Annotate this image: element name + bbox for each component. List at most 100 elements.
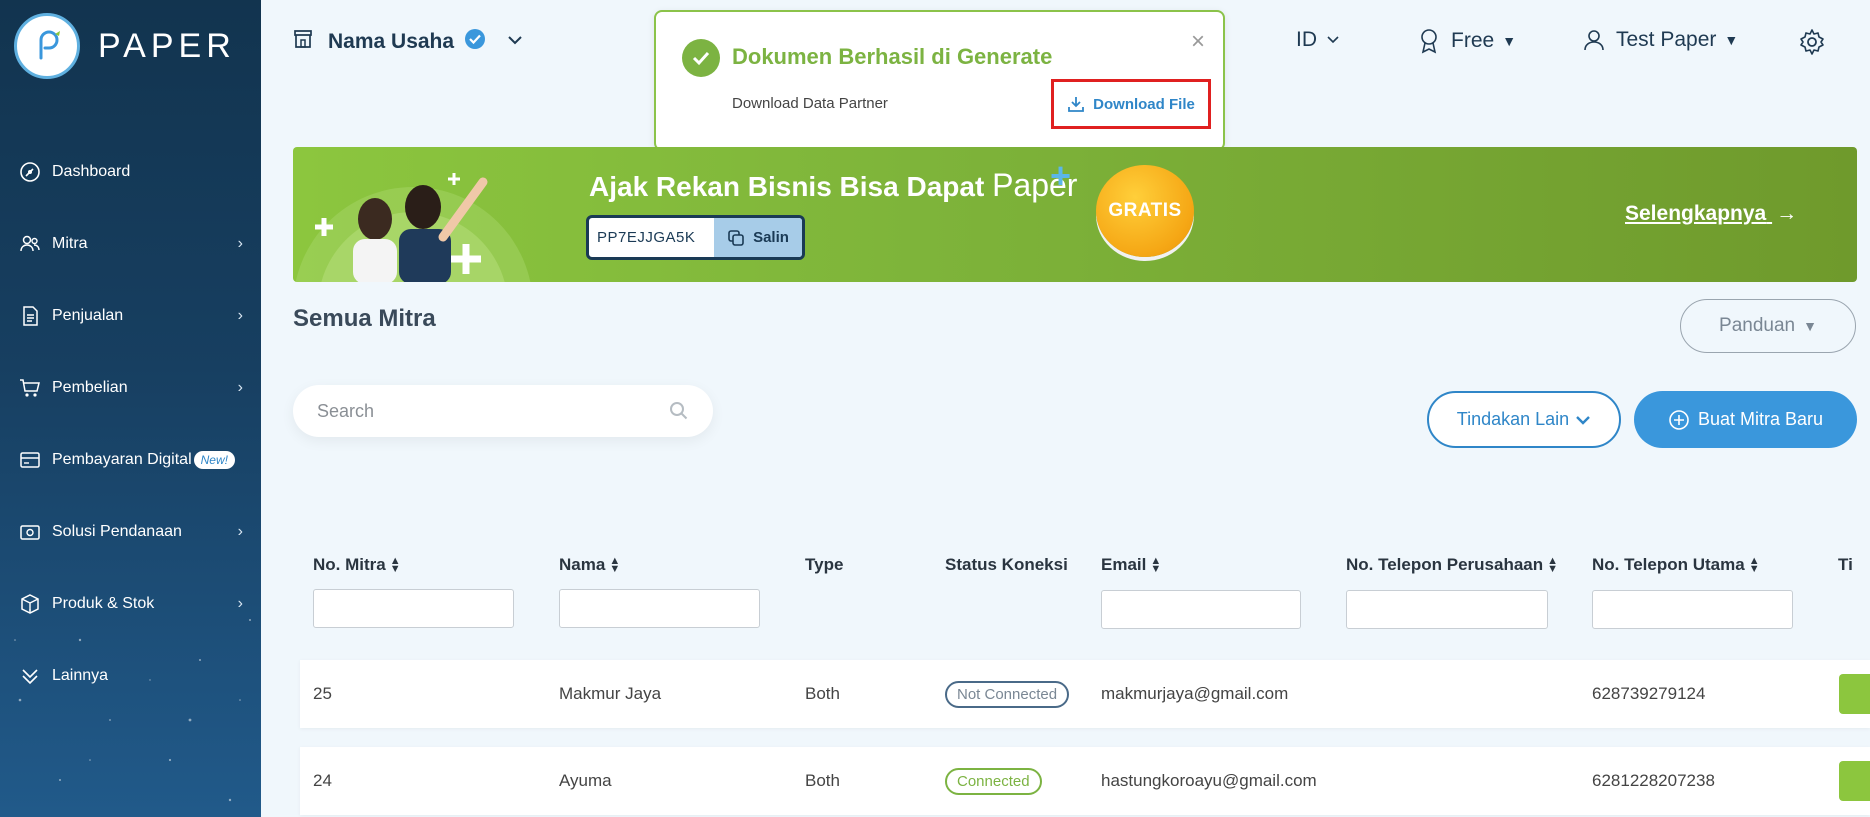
- success-toast: Dokumen Berhasil di Generate Download Da…: [654, 10, 1225, 151]
- column-header-tel-utama[interactable]: No. Telepon Utama ▲ ▼: [1592, 555, 1760, 575]
- filter-email-input[interactable]: [1101, 590, 1301, 629]
- caret-down-icon: ▼: [1502, 33, 1517, 49]
- chevron-right-icon: ›: [237, 595, 243, 612]
- settings-button[interactable]: [1798, 28, 1826, 56]
- filter-no-mitra-input[interactable]: [313, 589, 514, 628]
- sidebar-item-label: Mitra: [52, 235, 88, 252]
- status-badge: Connected: [945, 768, 1042, 795]
- business-name: Nama Usaha: [328, 29, 455, 53]
- cell-type: Both: [805, 771, 840, 790]
- chevron-down-icon: [1576, 415, 1591, 425]
- column-header-nama[interactable]: Nama ▲ ▼: [559, 555, 620, 575]
- chevron-right-icon: ›: [237, 307, 243, 324]
- card-icon: [18, 448, 42, 472]
- table-row[interactable]: 24 Ayuma Both Connected hastungkoroayu@g…: [300, 747, 1870, 815]
- column-label: Nama: [559, 555, 606, 574]
- sidebar-item-label: Pembelian: [52, 379, 128, 396]
- sidebar-item-label: Produk & Stok: [52, 595, 155, 612]
- column-header-email[interactable]: Email ▲ ▼: [1101, 555, 1161, 575]
- new-badge: New!: [193, 451, 235, 469]
- sidebar-item-penjualan[interactable]: Penjualan ›: [0, 280, 261, 352]
- more-chevrons-icon: [18, 664, 42, 688]
- cell-nama: Makmur Jaya: [559, 684, 662, 703]
- sidebar-item-label: Lainnya: [52, 667, 109, 684]
- cell-email: hastungkoroayu@gmail.com: [1101, 771, 1317, 790]
- plus-circle-icon: [1669, 409, 1689, 430]
- search-input[interactable]: [317, 400, 669, 422]
- box-icon: [18, 592, 42, 616]
- create-partner-button[interactable]: Buat Mitra Baru: [1634, 391, 1857, 448]
- gear-icon: [1800, 29, 1824, 55]
- column-header-type: Type: [805, 555, 843, 575]
- sidebar-item-pembayaran-digital[interactable]: Pembayaran Digital New!: [0, 424, 261, 496]
- cell-nama: Ayuma: [559, 771, 612, 790]
- search-bar: [293, 385, 713, 437]
- business-selector[interactable]: Nama Usaha: [292, 28, 524, 55]
- copy-icon: [728, 229, 744, 246]
- sidebar: PAPER Dashboard Mitra › Penjualan › Pemb…: [0, 0, 261, 817]
- download-icon: [1068, 97, 1085, 112]
- search-icon[interactable]: [669, 401, 689, 421]
- copy-code-button[interactable]: Salin: [714, 218, 802, 257]
- verified-badge-icon: [464, 28, 486, 55]
- sidebar-nav: Dashboard Mitra › Penjualan › Pembelian …: [0, 136, 261, 712]
- sidebar-item-mitra[interactable]: Mitra ›: [0, 208, 261, 280]
- app-logo[interactable]: PAPER: [14, 13, 236, 79]
- table-row[interactable]: 25 Makmur Jaya Both Not Connected makmur…: [300, 660, 1870, 728]
- sort-icon: ▲ ▼: [609, 555, 621, 575]
- logo-text: PAPER: [98, 26, 236, 65]
- caret-down-icon: ▼: [1803, 318, 1817, 334]
- sort-icon: ▲ ▼: [1547, 555, 1559, 575]
- column-label: No. Mitra: [313, 555, 386, 574]
- guide-button[interactable]: Panduan ▼: [1680, 299, 1856, 353]
- chevron-down-icon[interactable]: [506, 33, 524, 51]
- referral-code-box: PP7EJJGA5K Salin: [586, 215, 805, 260]
- close-icon[interactable]: ×: [1191, 28, 1205, 56]
- user-menu[interactable]: Test Paper ▼: [1582, 28, 1738, 52]
- referral-banner: Ajak Rekan Bisnis Bisa Dapat Paper + PP7…: [293, 147, 1857, 282]
- filter-tel-utama-input[interactable]: [1592, 590, 1793, 629]
- sidebar-item-pembelian[interactable]: Pembelian ›: [0, 352, 261, 424]
- column-header-status-koneksi: Status Koneksi: [945, 555, 1068, 575]
- sort-icon: ▲ ▼: [1150, 555, 1162, 575]
- column-label: No. Telepon Utama: [1592, 555, 1745, 574]
- column-header-tel-perusahaan[interactable]: No. Telepon Perusahaan ▲ ▼: [1346, 555, 1558, 575]
- selengkapnya-link[interactable]: Selengkapnya →: [1625, 202, 1797, 226]
- sidebar-item-label: Solusi Pendanaan: [52, 523, 182, 540]
- dashboard-icon: [18, 160, 42, 184]
- column-header-no-mitra[interactable]: No. Mitra ▲ ▼: [313, 555, 401, 575]
- cell-no-mitra: 24: [313, 771, 332, 790]
- column-label: Email: [1101, 555, 1147, 574]
- plan-selector[interactable]: Free ▼: [1417, 28, 1516, 54]
- sidebar-item-solusi-pendanaan[interactable]: Solusi Pendanaan ›: [0, 496, 261, 568]
- create-partner-label: Buat Mitra Baru: [1697, 409, 1824, 429]
- row-action-button[interactable]: [1839, 674, 1870, 714]
- download-file-button[interactable]: Download File: [1051, 79, 1211, 129]
- user-icon: [1584, 30, 1604, 51]
- column-label: Status Koneksi: [945, 555, 1068, 574]
- chevron-right-icon: ›: [237, 523, 243, 540]
- filter-tel-perusahaan-input[interactable]: [1346, 590, 1548, 629]
- gratis-badge: GRATIS: [1096, 165, 1194, 257]
- cell-type: Both: [805, 684, 840, 703]
- language-selector[interactable]: ID: [1296, 28, 1341, 52]
- chevron-right-icon: ›: [237, 235, 243, 252]
- toast-title: Dokumen Berhasil di Generate: [732, 44, 1053, 69]
- chevron-down-icon: [1327, 36, 1339, 44]
- column-label: Type: [805, 555, 844, 574]
- check-circle-icon: [682, 39, 720, 77]
- toast-message: Download Data Partner: [732, 95, 888, 112]
- language-label: ID: [1296, 28, 1317, 51]
- row-action-button[interactable]: [1839, 761, 1870, 801]
- plus-icon: +: [1050, 155, 1072, 196]
- store-icon: [292, 28, 314, 55]
- copy-label: Salin: [753, 229, 789, 246]
- sidebar-item-dashboard[interactable]: Dashboard: [0, 136, 261, 208]
- filter-nama-input[interactable]: [559, 589, 760, 628]
- page-title: Semua Mitra: [293, 305, 436, 332]
- sidebar-item-produk-stok[interactable]: Produk & Stok ›: [0, 568, 261, 640]
- partners-icon: [18, 232, 42, 256]
- other-actions-button[interactable]: Tindakan Lain: [1427, 391, 1621, 448]
- sidebar-item-lainnya[interactable]: Lainnya: [0, 640, 261, 712]
- other-actions-label: Tindakan Lain: [1456, 409, 1570, 429]
